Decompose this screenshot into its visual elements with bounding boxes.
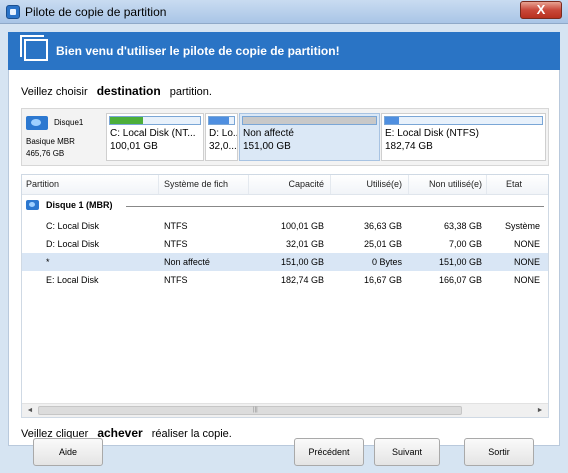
instruction-emphasis: destination xyxy=(96,84,161,98)
cell-state: NONE xyxy=(513,275,540,285)
welcome-banner: Bien venu d'utiliser le pilote de copie … xyxy=(8,32,560,70)
cell-state: Système xyxy=(504,221,540,231)
content-panel: Veillez choisir destination partition. D… xyxy=(8,70,560,446)
cell-unused: 151,00 GB xyxy=(438,257,482,267)
usage-fill xyxy=(385,117,400,124)
close-button[interactable]: X xyxy=(520,1,562,19)
cell-capacity: 100,01 GB xyxy=(280,221,324,231)
hard-disk-icon xyxy=(26,200,39,210)
cell-used: 25,01 GB xyxy=(363,239,402,249)
exit-button[interactable]: Sortir xyxy=(464,438,534,466)
partition-name: D: Lo... xyxy=(209,128,237,139)
banner-text: Bien venu d'utiliser le pilote de copie … xyxy=(56,44,340,58)
column-header-used[interactable]: Utilisé(e) xyxy=(332,179,402,189)
cell-state: NONE xyxy=(513,257,540,267)
column-header-partition[interactable]: Partition xyxy=(26,179,59,189)
usage-bar xyxy=(208,116,235,125)
cell-unused: 7,00 GB xyxy=(448,239,482,249)
partition-name: E: Local Disk (NTFS) xyxy=(385,128,479,139)
column-header-filesystem[interactable]: Système de fich xyxy=(164,179,228,189)
cell-used: 0 Bytes xyxy=(371,257,402,267)
cell-unused: 63,38 GB xyxy=(443,221,482,231)
cell-partition: C: Local Disk xyxy=(46,221,100,231)
cell-filesystem: NTFS xyxy=(164,239,188,249)
disk-type: Basique MBR xyxy=(26,137,75,146)
usage-fill xyxy=(243,117,376,124)
partition-block-unallocated[interactable]: Non affecté 151,00 GB xyxy=(239,113,380,161)
next-button[interactable]: Suivant xyxy=(374,438,440,466)
disk-info[interactable]: Disque1 Basique MBR 465,76 GB xyxy=(24,111,108,163)
column-header-unused[interactable]: Non utilisé(e) xyxy=(410,179,482,189)
disk-group-row[interactable]: Disque 1 (MBR) xyxy=(22,197,548,215)
window-title: Pilote de copie de partition xyxy=(25,5,167,19)
cell-partition: * xyxy=(46,257,50,267)
partition-size: 151,00 GB xyxy=(243,141,291,152)
disk-size: 465,76 GB xyxy=(26,149,65,158)
cell-partition: E: Local Disk xyxy=(46,275,99,285)
hard-disk-icon xyxy=(26,116,48,130)
partition-block-c[interactable]: C: Local Disk (NT... 100,01 GB xyxy=(106,113,204,161)
usage-bar xyxy=(109,116,201,125)
app-icon xyxy=(6,5,20,19)
scroll-left-icon[interactable]: ◄ xyxy=(24,406,36,416)
partition-block-d[interactable]: D: Lo... 32,0... xyxy=(205,113,238,161)
disk-group-label: Disque 1 (MBR) xyxy=(46,200,113,210)
wizard-frame: Bien venu d'utiliser le pilote de copie … xyxy=(0,24,568,473)
table-row[interactable]: E: Local Disk NTFS 182,74 GB 16,67 GB 16… xyxy=(22,271,548,289)
title-bar: Pilote de copie de partition X xyxy=(0,0,568,24)
help-button[interactable]: Aide xyxy=(33,438,103,466)
partition-name: Non affecté xyxy=(243,128,294,139)
partition-name: C: Local Disk (NT... xyxy=(110,128,196,139)
partition-size: 100,01 GB xyxy=(110,141,158,152)
partition-block-e[interactable]: E: Local Disk (NTFS) 182,74 GB xyxy=(381,113,546,161)
usage-fill xyxy=(209,117,229,124)
instruction-prefix: Veillez choisir xyxy=(21,86,88,98)
copy-partition-icon xyxy=(20,35,48,61)
previous-button[interactable]: Précédent xyxy=(294,438,364,466)
cell-filesystem: NTFS xyxy=(164,275,188,285)
cell-used: 16,67 GB xyxy=(363,275,402,285)
cell-filesystem: NTFS xyxy=(164,221,188,231)
cell-capacity: 32,01 GB xyxy=(285,239,324,249)
column-header-state[interactable]: Etat xyxy=(506,179,522,189)
group-divider xyxy=(126,206,544,207)
instruction-suffix: réaliser la copie. xyxy=(151,428,232,440)
cell-capacity: 151,00 GB xyxy=(280,257,324,267)
partition-table: Partition Système de fich Capacité Utili… xyxy=(21,174,549,418)
table-row-selected[interactable]: * Non affecté 151,00 GB 0 Bytes 151,00 G… xyxy=(22,253,548,271)
usage-bar xyxy=(242,116,377,125)
instruction-suffix: partition. xyxy=(169,86,212,98)
table-row[interactable]: D: Local Disk NTFS 32,01 GB 25,01 GB 7,0… xyxy=(22,235,548,253)
disk-map: Disque1 Basique MBR 465,76 GB C: Local D… xyxy=(21,108,549,166)
instruction-choose-destination: Veillez choisir destination partition. xyxy=(21,84,212,98)
scroll-grip-icon: ||| xyxy=(253,407,258,413)
table-header: Partition Système de fich Capacité Utili… xyxy=(22,175,548,195)
usage-fill xyxy=(110,117,144,124)
cell-state: NONE xyxy=(513,239,540,249)
cell-unused: 166,07 GB xyxy=(438,275,482,285)
partition-size: 182,74 GB xyxy=(385,141,433,152)
cell-filesystem: Non affecté xyxy=(164,257,210,267)
scroll-right-icon[interactable]: ► xyxy=(534,406,546,416)
partition-size: 32,0... xyxy=(209,141,237,152)
scroll-thumb[interactable]: ||| xyxy=(38,406,462,415)
disk-name: Disque1 xyxy=(54,118,84,127)
instruction-emphasis: achever xyxy=(97,426,143,440)
cell-partition: D: Local Disk xyxy=(46,239,100,249)
horizontal-scrollbar[interactable]: ◄ ||| ► xyxy=(22,403,548,417)
cell-capacity: 182,74 GB xyxy=(280,275,324,285)
table-row[interactable]: C: Local Disk NTFS 100,01 GB 36,63 GB 63… xyxy=(22,217,548,235)
cell-used: 36,63 GB xyxy=(363,221,402,231)
column-header-capacity[interactable]: Capacité xyxy=(254,179,324,189)
usage-bar xyxy=(384,116,543,125)
